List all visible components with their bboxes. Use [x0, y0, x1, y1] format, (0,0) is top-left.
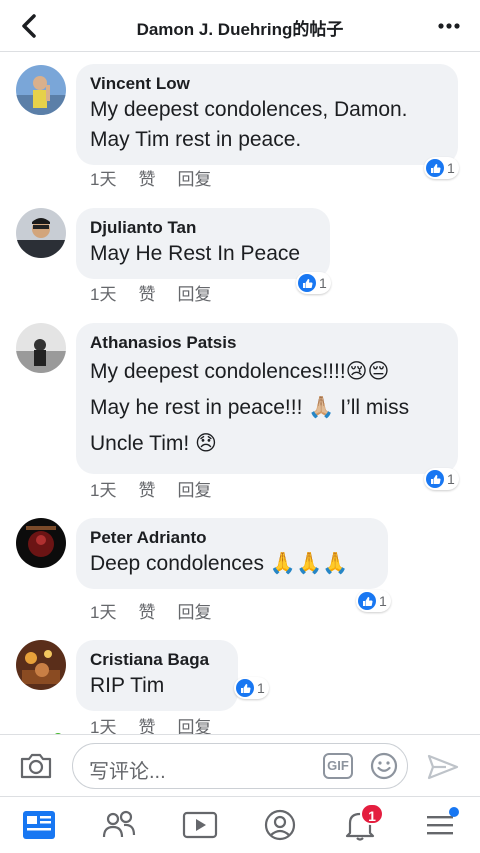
reply-link[interactable]: 回复: [177, 280, 211, 305]
comment-text: May he rest in peace!!! 🙏🏼 I’ll miss: [90, 396, 410, 419]
comment-composer: 写评论... GIF: [0, 734, 480, 796]
commenter-name[interactable]: Cristiana Baga: [90, 649, 224, 671]
like-link[interactable]: 赞: [138, 165, 155, 190]
reply-link[interactable]: 回复: [177, 165, 211, 190]
comment-input[interactable]: 写评论... GIF: [72, 743, 408, 789]
reaction-count[interactable]: 1: [424, 468, 459, 490]
comment-time: 1天: [90, 481, 117, 500]
reaction-number: 1: [447, 471, 455, 487]
comment-list: Vincent Low My deepest condolences, Damo…: [0, 52, 480, 734]
comment-text: Uncle Tim! 😞: [90, 432, 217, 455]
bottom-tab-bar: 1: [0, 796, 480, 853]
comment-time: 1天: [90, 170, 117, 189]
avatar[interactable]: [16, 208, 66, 258]
commenter-name[interactable]: Peter Adrianto: [90, 527, 374, 549]
watch-video-icon[interactable]: [180, 807, 220, 843]
avatar[interactable]: [16, 518, 66, 568]
comment-placeholder: 写评论...: [89, 761, 166, 783]
comment-text: My deepest condolences!!!!😢😔: [90, 360, 390, 383]
comment-time: 1天: [90, 285, 117, 304]
news-feed-icon[interactable]: [20, 807, 60, 843]
comment-actions: 1天 赞 回复: [90, 280, 211, 305]
reaction-count[interactable]: 1: [424, 157, 459, 179]
comment-text: May Tim rest in peace.: [90, 128, 302, 151]
comment-text: My deepest condolences, Damon.: [90, 98, 408, 121]
reaction-count[interactable]: 1: [296, 272, 331, 294]
reply-link[interactable]: 回复: [177, 598, 211, 623]
comment-time: 1天: [90, 603, 117, 622]
reaction-number: 1: [319, 275, 327, 291]
like-reaction-icon: [426, 159, 444, 177]
like-reaction-icon: [358, 592, 376, 610]
reaction-number: 1: [257, 680, 265, 696]
comment-bubble[interactable]: Cristiana Baga RIP Tim: [76, 640, 238, 711]
notification-badge: 1: [360, 803, 384, 825]
page-title: Damon J. Duehring的帖子: [136, 20, 344, 39]
comment-time: 1天: [90, 718, 117, 734]
avatar[interactable]: [16, 65, 66, 115]
like-link[interactable]: 赞: [138, 280, 155, 305]
comment-text: Deep condolences 🙏🙏🙏: [90, 552, 349, 575]
commenter-name[interactable]: Vincent Low: [90, 73, 444, 95]
commenter-name[interactable]: Athanasios Patsis: [90, 332, 444, 354]
top-bar: Damon J. Duehring的帖子: [0, 0, 480, 52]
like-link[interactable]: 赞: [138, 476, 155, 501]
reply-link[interactable]: 回复: [177, 476, 211, 501]
reaction-count[interactable]: 1: [356, 590, 391, 612]
reaction-number: 1: [447, 160, 455, 176]
like-reaction-icon: [426, 470, 444, 488]
reaction-number: 1: [379, 593, 387, 609]
more-options-icon[interactable]: [434, 12, 464, 40]
comment-text: May He Rest In Peace: [90, 242, 301, 265]
send-icon[interactable]: [426, 753, 460, 781]
comment-bubble[interactable]: Djulianto Tan May He Rest In Peace: [76, 208, 330, 279]
like-reaction-icon: [236, 679, 254, 697]
camera-icon[interactable]: [18, 751, 54, 781]
comment-bubble[interactable]: Athanasios Patsis My deepest condolences…: [76, 323, 458, 474]
avatar[interactable]: [16, 323, 66, 373]
like-link[interactable]: 赞: [138, 713, 155, 734]
emoji-icon[interactable]: [369, 751, 399, 781]
reply-link[interactable]: 回复: [177, 713, 211, 734]
comment-actions: 1天 赞 回复: [90, 598, 211, 623]
reaction-count[interactable]: 1: [234, 677, 269, 699]
comment-text: RIP Tim: [90, 674, 165, 697]
gif-button[interactable]: GIF: [323, 753, 353, 779]
comment-bubble[interactable]: Vincent Low My deepest condolences, Damo…: [76, 64, 458, 165]
profile-icon[interactable]: [260, 807, 300, 843]
comment-actions: 1天 赞 回复: [90, 713, 211, 734]
like-reaction-icon: [298, 274, 316, 292]
comment-bubble[interactable]: Peter Adrianto Deep condolences 🙏🙏🙏: [76, 518, 388, 589]
comment-actions: 1天 赞 回复: [90, 476, 211, 501]
commenter-name[interactable]: Djulianto Tan: [90, 217, 316, 239]
menu-notification-dot: [449, 807, 459, 817]
avatar[interactable]: [16, 640, 66, 690]
like-link[interactable]: 赞: [138, 598, 155, 623]
comment-actions: 1天 赞 回复: [90, 165, 211, 190]
friends-icon[interactable]: [100, 807, 140, 843]
